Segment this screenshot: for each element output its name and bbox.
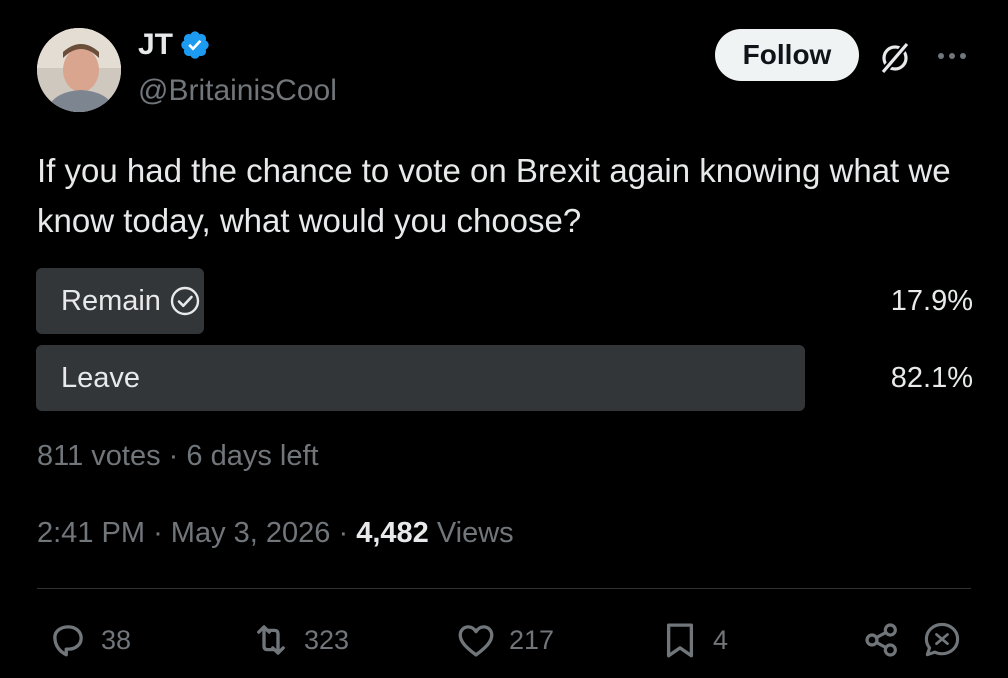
poll-time-left: 6 days left [186,440,319,472]
author-display-name[interactable]: JT [138,28,173,62]
reply-icon [53,625,83,657]
poll-option-remain: Remain 17.9% [36,268,973,334]
poll-option-leave: Leave 82.1% [36,345,973,411]
poll-option-percent: 82.1% [890,361,973,394]
tweet-time[interactable]: 2:41 PM [37,517,145,549]
grok-icon[interactable] [875,38,915,78]
repost-count: 323 [304,624,350,655]
verified-badge-icon[interactable] [179,29,211,61]
poll-meta: 811 votes · 6 days left [37,440,319,473]
repost-icon [257,625,285,655]
separator: · [338,517,349,549]
bookmark-count: 4 [713,624,729,655]
views-count: 4,482 [356,517,429,549]
separator: · [168,440,179,472]
views-label: Views [436,517,514,549]
reply-count: 38 [101,624,132,655]
author-name-row: JT [138,28,211,62]
poll-option-label: Remain [61,268,201,334]
like-button[interactable]: 217 [455,618,554,662]
more-icon[interactable] [932,36,972,76]
bookmark-icon [666,623,694,658]
chat-icon[interactable] [920,618,964,662]
tweet-text: If you had the chance to vote on Brexit … [37,152,951,239]
poll-option-percent: 17.9% [890,284,973,317]
poll-bar-leave [36,345,805,411]
heart-icon [458,625,494,657]
poll-option-text: Leave [61,361,141,394]
tweet-date[interactable]: May 3, 2026 [171,517,331,549]
follow-button[interactable]: Follow [715,29,859,81]
divider [37,588,971,589]
poll-votes: 811 votes [37,440,161,472]
like-count: 217 [509,624,555,655]
timestamp-row: 2:41 PM · May 3, 2026 · 4,482 Views [37,517,514,550]
separator: · [153,517,163,549]
check-circle-icon [169,285,201,317]
author-handle[interactable]: @BritainisCool [138,74,337,108]
share-icon[interactable] [862,620,902,660]
bookmark-button[interactable]: 4 [659,618,728,662]
repost-button[interactable]: 323 [250,618,349,662]
avatar-image [37,28,121,112]
reply-button[interactable]: 38 [47,618,131,662]
poll-option-label: Leave [61,345,140,411]
poll-option-text: Remain [61,284,161,317]
avatar[interactable] [37,28,121,112]
